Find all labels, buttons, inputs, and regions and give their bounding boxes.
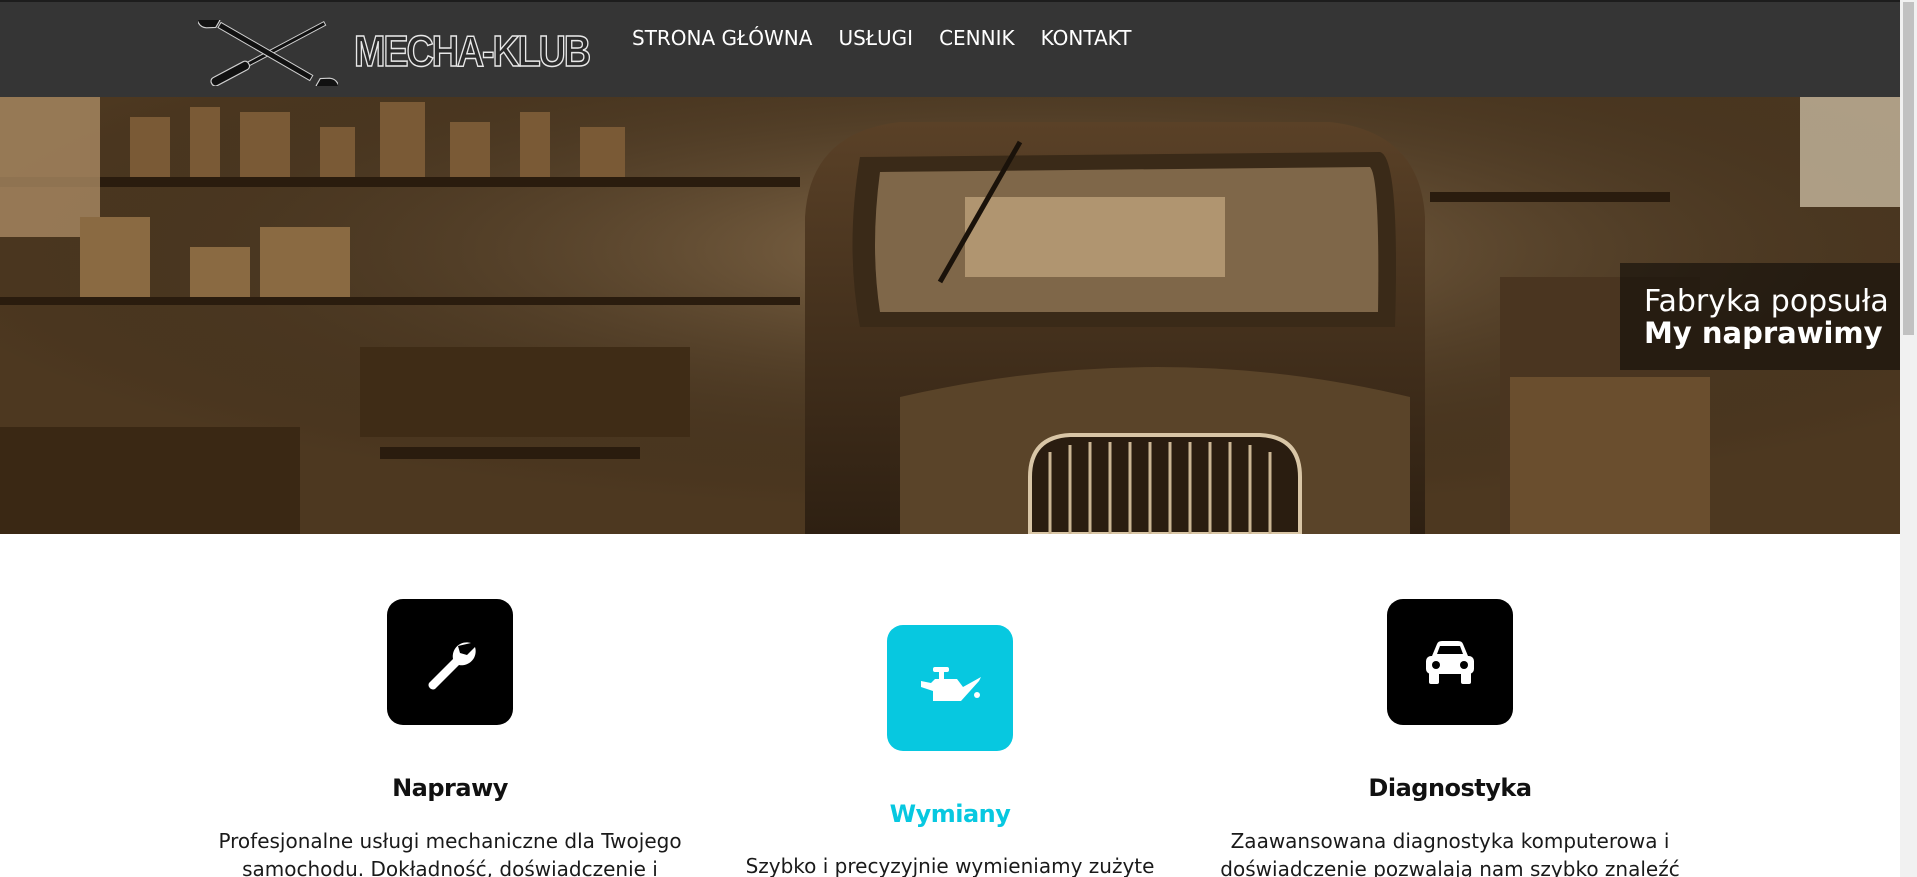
service-title-diagnostics: Diagnostyka bbox=[1368, 774, 1532, 802]
scrollbar-thumb[interactable] bbox=[1903, 2, 1914, 335]
hero-banner bbox=[0, 97, 1900, 534]
service-title-replacements: Wymiany bbox=[889, 800, 1011, 828]
oil-can-icon bbox=[921, 667, 981, 701]
diagnostics-icon-tile[interactable] bbox=[1387, 599, 1513, 725]
hero-caption-line2: My naprawimy bbox=[1644, 316, 1883, 350]
page-scrollbar[interactable] bbox=[1900, 0, 1917, 877]
service-desc-replacements: Szybko i precyzyjnie wymieniamy zużyte c… bbox=[745, 854, 1155, 877]
repairs-icon-tile[interactable] bbox=[387, 599, 513, 725]
garage-photo bbox=[0, 97, 1900, 534]
service-desc-diagnostics: Zaawansowana diagnostyka komputerowa i d… bbox=[1220, 829, 1680, 877]
crossed-tools-icon[interactable] bbox=[198, 20, 338, 86]
replacements-icon-tile[interactable] bbox=[887, 625, 1013, 751]
service-title-repairs: Naprawy bbox=[392, 774, 508, 802]
top-navbar: MECHA-KLUB STRONA GŁÓWNA USŁUGI CENNIK K… bbox=[0, 0, 1900, 97]
wrench-icon bbox=[428, 642, 476, 690]
nav-services-link[interactable]: USŁUGI bbox=[838, 24, 913, 52]
hero-caption-line1: Fabryka popsuła bbox=[1644, 284, 1889, 319]
service-desc-repairs: Profesjonalne usługi mechaniczne dla Two… bbox=[218, 829, 682, 877]
car-icon bbox=[1426, 641, 1474, 684]
brand-logo-text[interactable]: MECHA-KLUB bbox=[353, 26, 591, 78]
nav-pricing-link[interactable]: CENNIK bbox=[939, 24, 1015, 52]
main-nav: STRONA GŁÓWNA USŁUGI CENNIK KONTAKT bbox=[632, 24, 1157, 52]
nav-home-link[interactable]: STRONA GŁÓWNA bbox=[632, 24, 812, 52]
nav-contact-link[interactable]: KONTAKT bbox=[1041, 24, 1132, 52]
